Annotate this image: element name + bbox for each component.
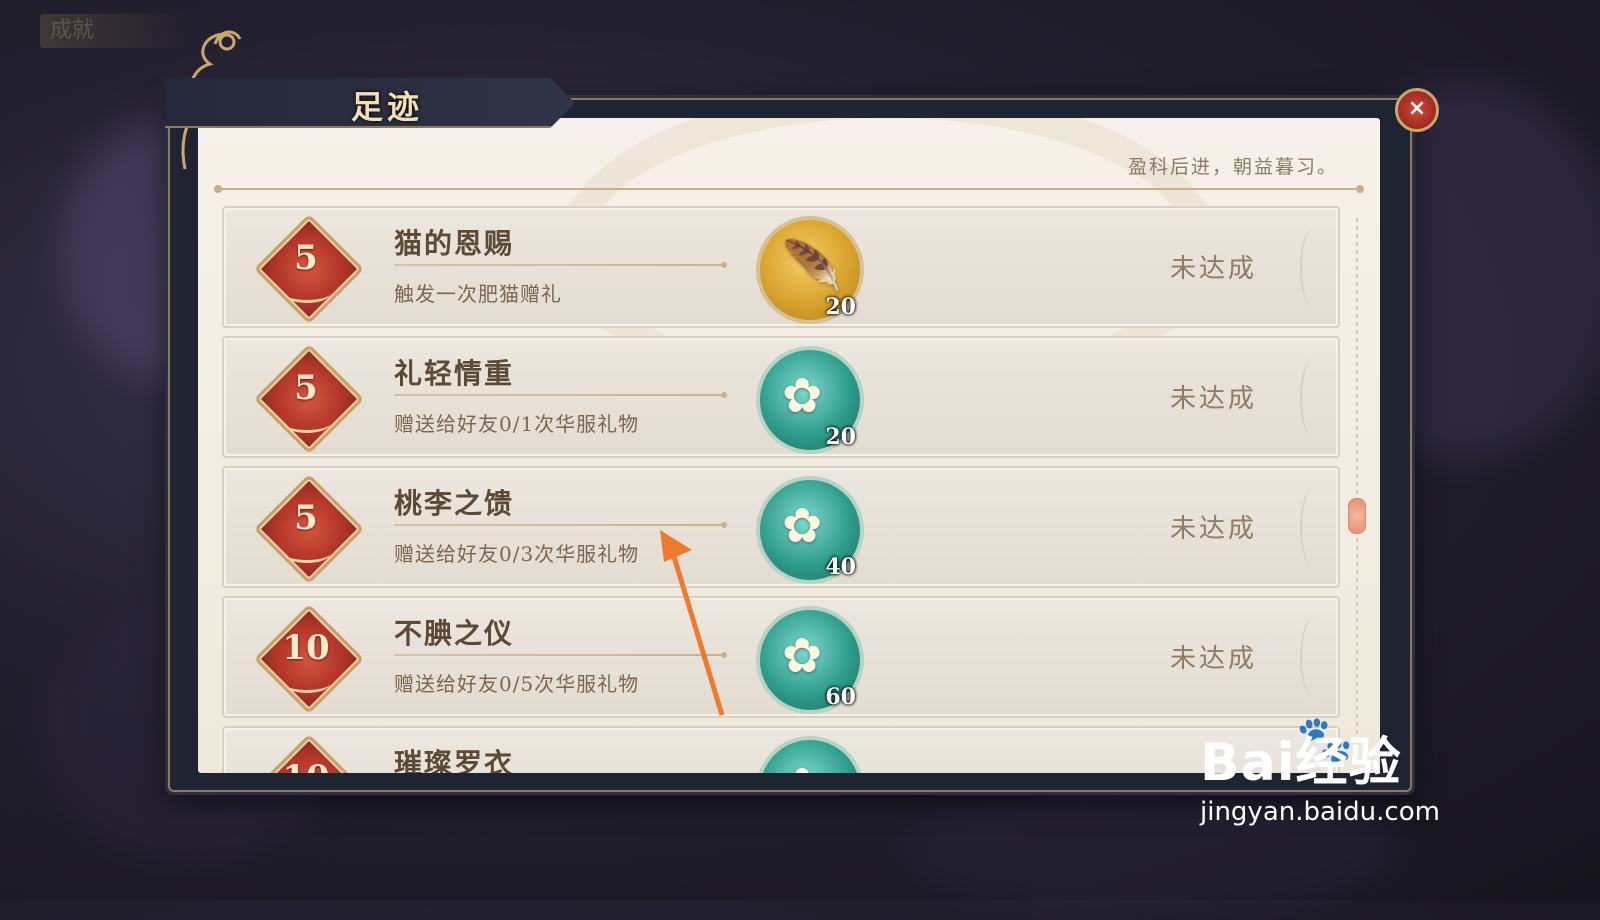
scrollbar-track[interactable] [1356,218,1358,738]
achievement-description: 赠送给好友0/5次华服礼物 [394,672,640,696]
reward-item[interactable]: ✿ 40 [756,476,864,584]
level-badge-icon: 10 [253,603,365,715]
level-badge-number: 5 [294,498,318,538]
jade-flower-icon: ✿ [782,498,823,554]
level-badge-icon: 5 [253,473,365,585]
achievement-row[interactable]: 10 璀璨罗衣 ✿ [222,726,1340,773]
reward-count: 20 [825,424,856,450]
achievement-name: 璀璨罗衣 [394,747,515,773]
row-ornament [1300,618,1328,698]
level-badge-number: 10 [256,758,356,773]
achievement-name: 猫的恩赐 [394,227,515,260]
jade-flower-icon: ✿ [782,368,823,424]
feather-icon: 🪶 [782,238,842,294]
jade-flower-icon: ✿ [782,628,823,684]
level-badge-number: 5 [294,238,318,278]
reward-item[interactable]: 🪶 20 [756,216,864,324]
level-badge-number: 10 [282,628,330,668]
achievement-description: 赠送给好友0/1次华服礼物 [394,412,640,436]
achievement-row[interactable]: 5 猫的恩赐 触发一次肥猫赠礼 🪶 20 未达成 [222,206,1340,328]
top-left-title-text: 成就 [50,18,95,43]
reward-item[interactable]: ✿ 20 [756,346,864,454]
panel-motto: 盈科后进，朝益暮习。 [1127,156,1338,178]
panel-title: 足迹 [351,88,424,126]
row-divider [394,262,727,268]
watermark-logo: Bai经验 [1200,733,1402,793]
level-badge-icon: 5 [253,343,365,455]
reward-count: 40 [825,554,856,580]
achievement-row[interactable]: 5 礼轻情重 赠送给好友0/1次华服礼物 ✿ 20 未达成 [222,336,1340,458]
jade-flower-icon: ✿ [782,758,822,773]
achievement-name: 不腆之仪 [394,617,515,650]
reward-count: 60 [825,684,856,710]
reward-item[interactable]: ✿ 60 [756,606,864,714]
reward-item[interactable]: ✿ [756,736,864,773]
scrollbar-thumb[interactable] [1348,498,1366,534]
achievement-name: 桃李之馈 [394,487,515,520]
panel-title-tab: 足迹 [165,78,575,128]
achievement-row[interactable]: 10 不腆之仪 赠送给好友0/5次华服礼物 ✿ 60 未达成 [222,596,1340,718]
watermark-url: jingyan.baidu.com [1200,797,1440,827]
achievement-status: 未达成 [1170,644,1258,674]
row-divider [394,392,727,398]
achievement-row[interactable]: 5 桃李之馈 赠送给好友0/3次华服礼物 ✿ 40 未达成 [222,466,1340,588]
row-ornament [1300,488,1328,568]
level-badge-icon: 5 [253,213,365,325]
annotation-arrow-icon [660,530,725,716]
achievement-panel: 盈科后进，朝益暮习。 5 猫的恩赐 触发一次肥猫赠礼 🪶 20 未达成 5 礼轻… [168,98,1412,792]
reward-count: 20 [825,294,856,320]
achievement-name: 礼轻情重 [394,357,515,390]
achievement-description: 赠送给好友0/3次华服礼物 [394,542,640,566]
baidu-watermark: Bai经验 jingyan.baidu.com [1200,720,1500,860]
header-divider [214,185,1364,193]
achievement-status: 未达成 [1170,384,1258,414]
achievement-list[interactable]: 5 猫的恩赐 触发一次肥猫赠礼 🪶 20 未达成 5 礼轻情重 赠送给好友0/1… [222,206,1340,773]
panel-content: 盈科后进，朝益暮习。 5 猫的恩赐 触发一次肥猫赠礼 🪶 20 未达成 5 礼轻… [198,118,1380,773]
level-badge-icon: 10 [253,733,365,773]
achievement-status: 未达成 [1170,254,1258,284]
achievement-description: 触发一次肥猫赠礼 [394,282,562,306]
level-badge-number: 5 [294,368,318,408]
row-ornament [1300,358,1328,438]
close-button[interactable]: × [1395,88,1439,132]
row-ornament [1300,228,1328,308]
achievement-status: 未达成 [1170,514,1258,544]
